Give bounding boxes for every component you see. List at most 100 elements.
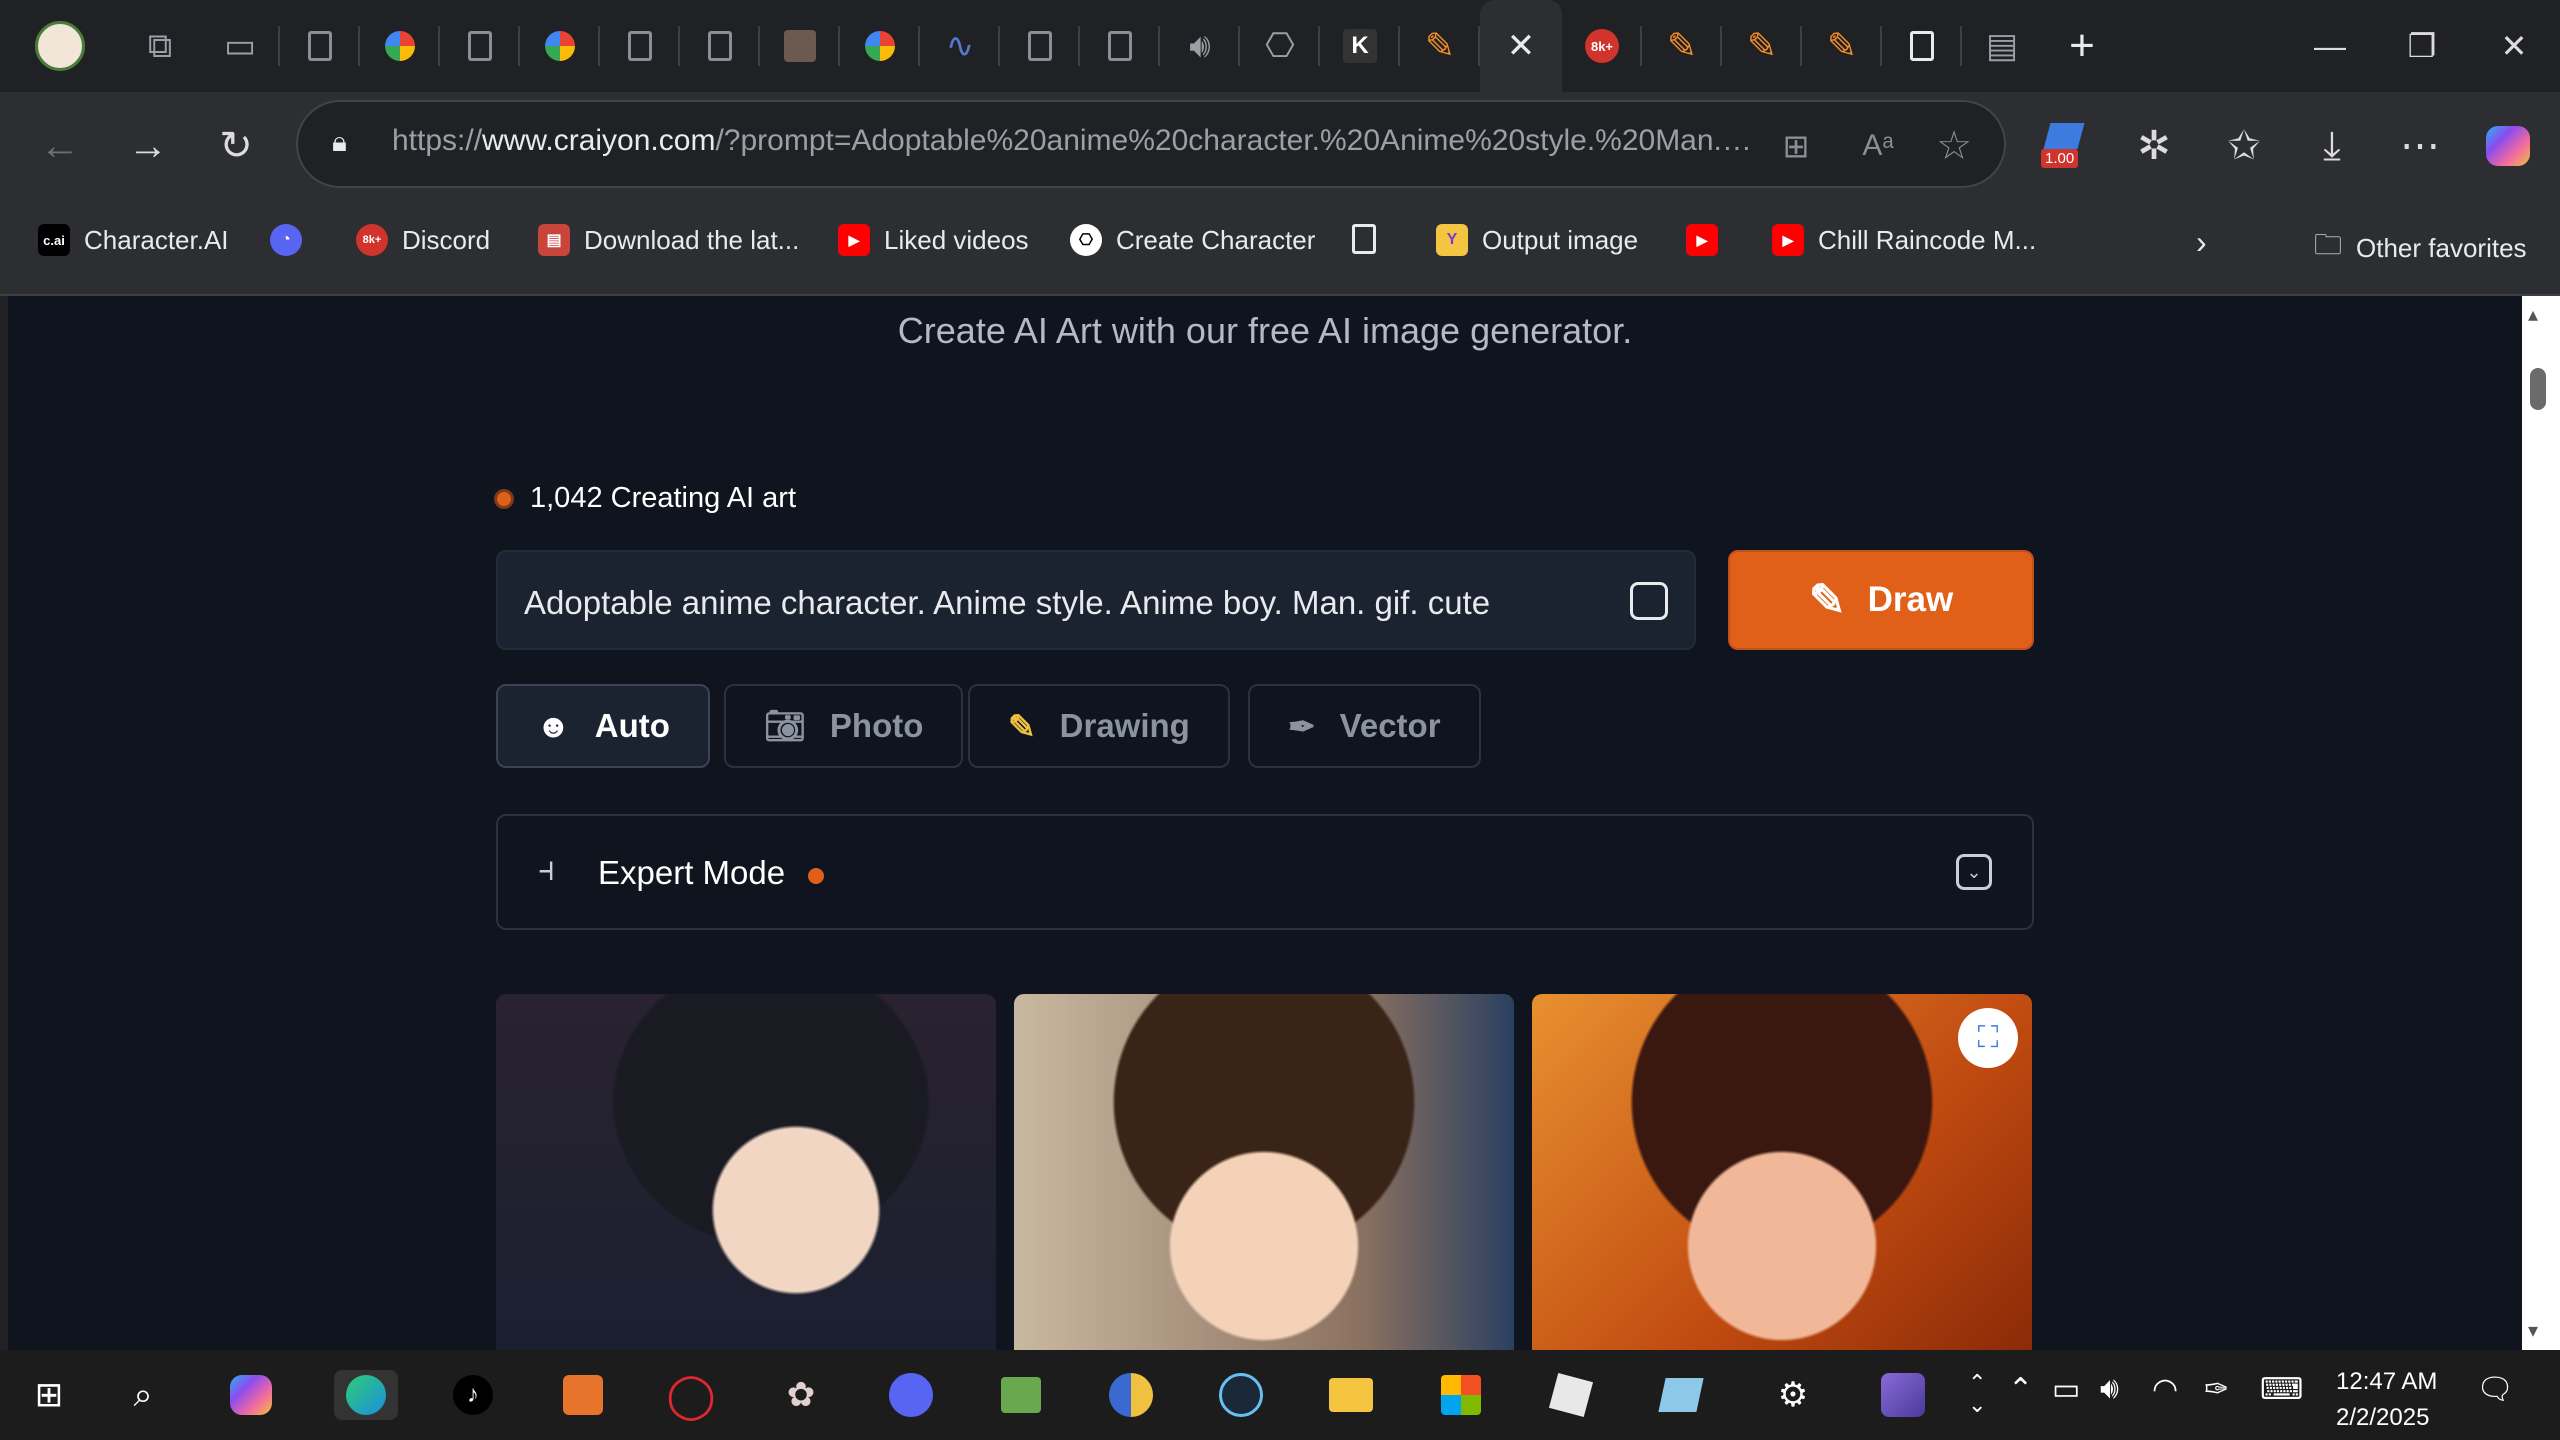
app-available-icon[interactable]: ⊞ xyxy=(1768,118,1824,174)
extension-badge[interactable]: 1.00 xyxy=(2038,118,2094,174)
settings-icon[interactable]: ⚙ xyxy=(1768,1370,1818,1420)
downloads-icon[interactable]: ⤓ xyxy=(2304,118,2360,174)
tiktok-icon[interactable]: ♪ xyxy=(448,1370,498,1420)
favorites-icon[interactable]: ✩ xyxy=(2216,118,2272,174)
wifi-icon[interactable]: ◠ xyxy=(2152,1372,2178,1407)
close-icon[interactable]: ✕ xyxy=(1507,26,1536,66)
mode-drawing[interactable]: ✎ Drawing xyxy=(968,684,1230,768)
prompt-input[interactable]: Adoptable anime character. Anime style. … xyxy=(496,550,1696,650)
profile-avatar[interactable] xyxy=(0,0,120,92)
tab-pinwheel-3[interactable] xyxy=(840,0,920,92)
result-image-3[interactable]: ⛶ xyxy=(1532,994,2032,1350)
bookmark-character-ai[interactable]: c.ai Character.AI xyxy=(38,224,229,256)
copilot-icon[interactable] xyxy=(2480,118,2536,174)
tab-k[interactable]: K xyxy=(1320,0,1400,92)
volume-icon[interactable]: 🔊︎ xyxy=(2100,1372,2119,1406)
forward-button[interactable]: → xyxy=(120,118,176,174)
more-menu-icon[interactable]: ⋯ xyxy=(2392,118,2448,174)
tray-expand-icon[interactable]: ⌃ xyxy=(2008,1372,2033,1407)
search-icon[interactable]: ⌕ xyxy=(118,1370,168,1420)
tab-craiyon-3[interactable]: ✎ xyxy=(1722,0,1802,92)
mode-photo[interactable]: 📷︎ Photo xyxy=(724,684,964,768)
tab-craiyon-2[interactable]: ✎ xyxy=(1642,0,1722,92)
opera-icon[interactable]: ◯ xyxy=(666,1370,716,1420)
mode-auto[interactable]: ☻ Auto xyxy=(496,684,710,768)
paint-app-icon[interactable] xyxy=(996,1370,1046,1420)
other-favorites[interactable]: 🗀︎ Other favorites xyxy=(2314,224,2527,272)
favorite-star-icon[interactable]: ☆ xyxy=(1926,118,1982,174)
clock[interactable]: 12:47 AM 2/2/2025 xyxy=(2336,1364,2437,1436)
chevron-down-icon[interactable]: ⌄ xyxy=(1956,854,1992,890)
url-text[interactable]: https://www.craiyon.com/?prompt=Adoptabl… xyxy=(392,124,1752,158)
tab-pinwheel-1[interactable] xyxy=(360,0,440,92)
globe-app-icon[interactable] xyxy=(1106,1370,1156,1420)
bookmark-create-character[interactable]: ⎔ Create Character xyxy=(1070,224,1315,256)
tab-doc-4[interactable] xyxy=(680,0,760,92)
scroll-down-icon[interactable]: ▾ xyxy=(2528,1318,2538,1343)
tab-doc-1[interactable] xyxy=(280,0,360,92)
tab-doc-7[interactable] xyxy=(1882,0,1962,92)
read-aloud-icon[interactable]: Aᵃ xyxy=(1850,118,1906,174)
scan-icon[interactable]: ⛶ xyxy=(1958,1008,2018,1068)
prompt-value[interactable]: Adoptable anime character. Anime style. … xyxy=(524,584,1490,622)
store-icon[interactable] xyxy=(1436,1370,1486,1420)
minimize-button[interactable]: — xyxy=(2284,0,2376,92)
bookmark-doc[interactable] xyxy=(1352,224,1376,254)
tab-pinwheel-2[interactable] xyxy=(520,0,600,92)
tab-active-close[interactable]: ✕ xyxy=(1480,0,1562,92)
mushroom-app-icon[interactable]: ✿ xyxy=(776,1370,826,1420)
new-tab-button[interactable]: + xyxy=(2042,0,2122,92)
bookmark-liked-videos[interactable]: ▶ Liked videos xyxy=(838,224,1029,256)
tab-8k[interactable]: 8k+ xyxy=(1562,0,1642,92)
keyboard-icon[interactable]: ⌨ xyxy=(2260,1372,2303,1407)
image-upload-icon[interactable] xyxy=(1630,582,1668,620)
tab-doc-3[interactable] xyxy=(600,0,680,92)
discord-app-icon[interactable] xyxy=(886,1370,936,1420)
refresh-button[interactable]: ↻ xyxy=(208,118,264,174)
bookmark-output-image[interactable]: Y Output image xyxy=(1436,224,1638,256)
tab-swirl[interactable]: ∿ xyxy=(920,0,1000,92)
lock-icon[interactable]: 🔒︎ xyxy=(332,126,360,160)
bookmark-download[interactable]: ▤ Download the lat... xyxy=(538,224,799,256)
restore-button[interactable]: ❐ xyxy=(2376,0,2468,92)
tile-app-icon[interactable] xyxy=(1656,1370,1706,1420)
tab-doc-6[interactable] xyxy=(1080,0,1160,92)
bookmark-discord-icon[interactable]: ◔ xyxy=(270,224,302,256)
edge-icon[interactable] xyxy=(334,1370,398,1420)
pointer-app-icon[interactable] xyxy=(558,1370,608,1420)
battery-icon[interactable]: ▭ xyxy=(2052,1372,2080,1407)
bookmarks-overflow-chevron[interactable]: › xyxy=(2196,224,2207,261)
result-image-1[interactable] xyxy=(496,994,996,1350)
file-explorer-icon[interactable] xyxy=(1326,1370,1376,1420)
draw-button[interactable]: ✎ Draw xyxy=(1728,550,2034,650)
roblox-icon[interactable] xyxy=(1546,1370,1596,1420)
back-button[interactable]: ← xyxy=(32,118,88,174)
start-icon[interactable]: ⊞ xyxy=(24,1370,74,1420)
tab-openai[interactable]: ⎔ xyxy=(1240,0,1320,92)
pen-icon[interactable]: ✑ xyxy=(2204,1372,2229,1407)
tab-doc-5[interactable] xyxy=(1000,0,1080,92)
bookmark-youtube[interactable]: ▶ xyxy=(1686,224,1718,256)
tab-doc-2[interactable] xyxy=(440,0,520,92)
result-image-2[interactable] xyxy=(1014,994,1514,1350)
workspaces-icon[interactable]: ⧉ xyxy=(120,0,200,92)
notifications-icon[interactable]: 🗨︎ xyxy=(2476,1372,2514,1407)
scroll-up-icon[interactable]: ▴ xyxy=(2528,302,2538,327)
tray-overflow-chevron[interactable]: ⌃ ⌄ xyxy=(1968,1372,1986,1416)
expert-mode-panel[interactable]: ⫞ Expert Mode ⌄ xyxy=(496,814,2034,930)
bookmark-chill-raincode[interactable]: ▶ Chill Raincode M... xyxy=(1772,224,2036,256)
tab-manager[interactable]: ▤ xyxy=(1962,0,2042,92)
scrollbar[interactable] xyxy=(2522,296,2560,1350)
extensions-icon[interactable]: ✲ xyxy=(2126,118,2182,174)
vertical-tabs-icon[interactable]: ▭ xyxy=(200,0,280,92)
mode-vector[interactable]: ✒ Vector xyxy=(1248,684,1481,768)
scrollbar-thumb[interactable] xyxy=(2530,368,2546,410)
steam-icon[interactable] xyxy=(1216,1370,1266,1420)
tab-audio[interactable]: 🔊︎ xyxy=(1160,0,1240,92)
tab-image[interactable] xyxy=(760,0,840,92)
tab-craiyon-4[interactable]: ✎ xyxy=(1802,0,1882,92)
bookmark-discord[interactable]: 8k+ Discord xyxy=(356,224,490,256)
tab-craiyon-1[interactable]: ✎ xyxy=(1400,0,1480,92)
close-window-button[interactable]: ✕ xyxy=(2468,0,2560,92)
anime-app-icon[interactable] xyxy=(1878,1370,1928,1420)
